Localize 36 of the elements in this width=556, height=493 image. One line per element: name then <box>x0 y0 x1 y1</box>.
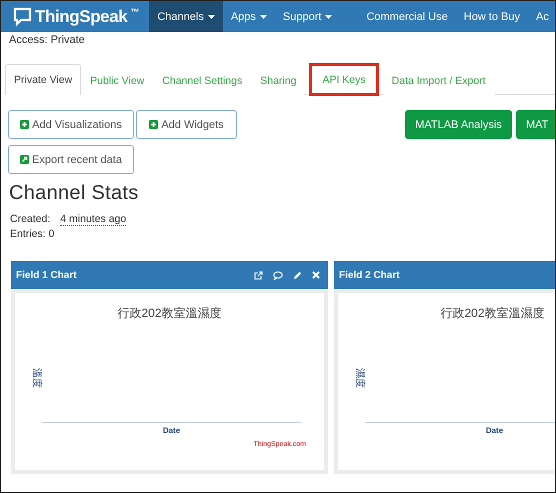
x-axis-label: Date <box>484 426 504 435</box>
logo-text[interactable]: ThingSpeak <box>35 6 128 26</box>
trademark: ™ <box>130 7 140 17</box>
tab[interactable]: API Keys <box>309 63 379 96</box>
plus-icon <box>149 120 158 129</box>
chart-title: 行政202教室溫濕度 <box>439 305 546 322</box>
external-link-icon[interactable] <box>254 270 263 280</box>
section-heading: Channel Stats <box>9 182 139 205</box>
analysis-button[interactable]: MATLAB Analysis <box>405 110 512 139</box>
chart-title: 行政202教室溫濕度 <box>116 305 223 322</box>
plus-icon <box>20 120 30 129</box>
add-button[interactable]: Add Widgets <box>136 110 237 139</box>
speech-bubble-logo-icon <box>13 6 32 26</box>
nav-item[interactable]: Apps <box>222 1 275 32</box>
speech-bubble-icon[interactable] <box>273 270 283 280</box>
arrow-icon <box>20 155 30 164</box>
nav-item[interactable]: Ac <box>528 1 549 32</box>
add-button[interactable]: Add Visualizations <box>8 110 134 139</box>
nav-item[interactable]: How to Buy <box>456 1 528 32</box>
created-label: Created: <box>10 213 50 226</box>
access-label: Access: Private <box>9 34 85 46</box>
panel-title: Field 2 Chart <box>339 270 401 280</box>
y-axis-label: 濕度 <box>353 368 366 388</box>
export-button[interactable]: Export recent data <box>8 145 134 174</box>
panel-title: Field 1 Chart <box>16 270 78 280</box>
nav-item[interactable]: Commercial Use <box>358 1 456 32</box>
close-icon[interactable] <box>312 271 320 279</box>
y-axis-label: 溫度 <box>30 368 44 388</box>
x-axis-label: Date <box>162 426 182 435</box>
created-time: 4 minutes ago <box>60 213 126 226</box>
pencil-icon[interactable] <box>293 270 302 280</box>
entries-count: Entries: 0 <box>10 228 54 240</box>
nav-item[interactable]: Channels <box>149 1 223 32</box>
analysis-button[interactable]: MAT <box>516 110 555 139</box>
tab[interactable]: Private View <box>5 64 82 95</box>
nav-item[interactable]: Support <box>274 1 340 32</box>
